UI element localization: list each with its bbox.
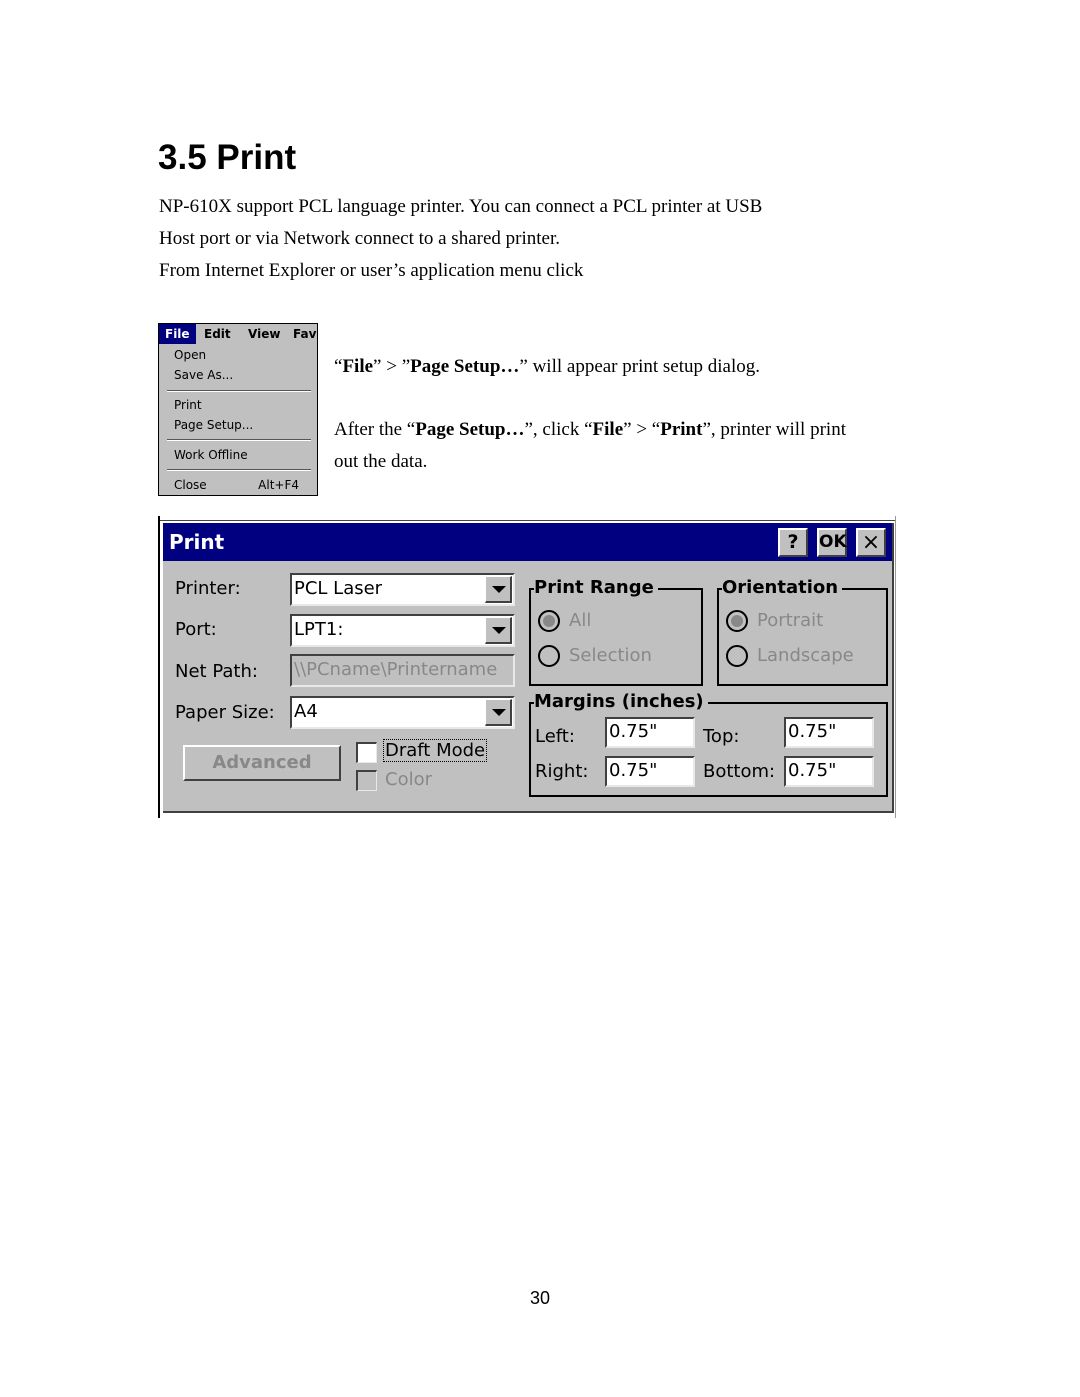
menu-item-close[interactable]: Close [174, 478, 207, 492]
screenshot-frame [895, 516, 896, 818]
menu-item-print[interactable]: Print [174, 398, 202, 412]
radio-landscape-label[interactable]: Landscape [757, 645, 854, 666]
menu-edit[interactable]: Edit [204, 327, 231, 341]
bold-print: Print [660, 419, 703, 440]
margin-bottom-label: Bottom: [703, 761, 776, 782]
port-label: Port: [175, 619, 217, 640]
radio-portrait-label[interactable]: Portrait [757, 610, 823, 631]
radio-all[interactable] [538, 610, 560, 632]
color-checkbox[interactable] [356, 770, 377, 791]
bold-file: File [342, 356, 374, 377]
printer-select[interactable]: PCL Laser [290, 573, 515, 606]
radio-portrait[interactable] [726, 610, 748, 632]
menu-separator [167, 390, 311, 392]
help-button[interactable]: ? [778, 528, 808, 557]
radio-all-label[interactable]: All [569, 610, 591, 631]
margin-bottom-input[interactable]: 0.75" [784, 756, 874, 787]
dialog-title: Print [169, 530, 225, 554]
intro-line-3: From Internet Explorer or user’s applica… [159, 260, 584, 281]
dropdown-arrow-icon[interactable] [485, 617, 512, 644]
dropdown-arrow-icon[interactable] [485, 576, 512, 603]
printer-value: PCL Laser [294, 578, 383, 599]
net-path-input[interactable]: \\PCname\Printername [290, 654, 515, 687]
dropdown-arrow-icon[interactable] [485, 699, 512, 726]
screenshot-frame [158, 516, 160, 818]
radio-selection-label[interactable]: Selection [569, 645, 652, 666]
margins-group: Margins (inches) Left: 0.75" Top: 0.75" … [529, 691, 888, 797]
screenshot-frame [160, 520, 896, 521]
menu-item-page-setup[interactable]: Page Setup... [174, 418, 253, 432]
menu-separator [167, 439, 311, 441]
margin-right-label: Right: [535, 761, 589, 782]
menu-item-close-shortcut: Alt+F4 [258, 478, 299, 492]
draft-mode-checkbox[interactable] [356, 742, 377, 763]
text: ”, printer will print [702, 419, 846, 440]
bold-page-setup: Page Setup… [415, 419, 525, 440]
page-number: 30 [529, 1288, 551, 1308]
ok-button[interactable]: OK [817, 528, 847, 557]
instruction-1: “File” > ”Page Setup…” will appear print… [334, 356, 760, 378]
file-menu-screenshot: File Edit View Fav Open Save As... Print… [158, 323, 318, 496]
margin-left-label: Left: [535, 726, 575, 747]
orientation-group: Orientation Portrait Landscape [717, 577, 888, 686]
port-select[interactable]: LPT1: [290, 614, 515, 647]
text: ” > “ [623, 419, 661, 440]
advanced-button[interactable]: Advanced [183, 745, 341, 781]
menu-separator [167, 469, 311, 471]
menu-file[interactable]: File [159, 324, 196, 344]
text: After the “ [334, 419, 416, 440]
draft-mode-label[interactable]: Draft Mode [382, 739, 488, 762]
menu-view[interactable]: View [248, 327, 280, 341]
instruction-2: After the “Page Setup…”, click “File” > … [334, 419, 846, 441]
section-heading: 3.5 Print [158, 138, 297, 177]
radio-selection[interactable] [538, 645, 560, 667]
intro-line-2: Host port or via Network connect to a sh… [159, 228, 560, 249]
paper-size-select[interactable]: A4 [290, 696, 515, 729]
instruction-2-line-2: out the data. [334, 451, 428, 472]
menu-bar: File Edit View Fav [159, 324, 317, 344]
margin-top-label: Top: [703, 726, 740, 747]
text: ” will appear print setup dialog. [519, 356, 760, 377]
bold-page-setup: Page Setup… [410, 356, 520, 377]
port-value: LPT1: [294, 619, 344, 640]
printer-label: Printer: [175, 578, 241, 599]
menu-item-open[interactable]: Open [174, 348, 206, 362]
orientation-label: Orientation [722, 577, 843, 599]
paper-size-label: Paper Size: [175, 702, 275, 723]
close-button[interactable]: × [856, 528, 886, 557]
menu-item-save-as[interactable]: Save As... [174, 368, 233, 382]
print-dialog: Print ? OK × Printer: PCL Laser Port: LP… [163, 523, 894, 813]
margin-left-input[interactable]: 0.75" [605, 717, 695, 748]
text: ”, click “ [524, 419, 593, 440]
radio-landscape[interactable] [726, 645, 748, 667]
color-label[interactable]: Color [385, 769, 432, 790]
margin-right-input[interactable]: 0.75" [605, 756, 695, 787]
print-range-label: Print Range [534, 577, 658, 599]
text: ” > ” [373, 356, 411, 377]
paper-size-value: A4 [294, 701, 318, 722]
net-path-label: Net Path: [175, 661, 258, 682]
dialog-titlebar: Print ? OK × [163, 523, 892, 561]
menu-item-work-offline[interactable]: Work Offline [174, 448, 248, 462]
menu-fav[interactable]: Fav [293, 327, 316, 341]
print-range-group: Print Range All Selection [529, 577, 703, 686]
bold-file: File [592, 419, 624, 440]
margins-label: Margins (inches) [534, 691, 708, 713]
intro-line-1: NP-610X support PCL language printer. Yo… [159, 196, 763, 217]
margin-top-input[interactable]: 0.75" [784, 717, 874, 748]
